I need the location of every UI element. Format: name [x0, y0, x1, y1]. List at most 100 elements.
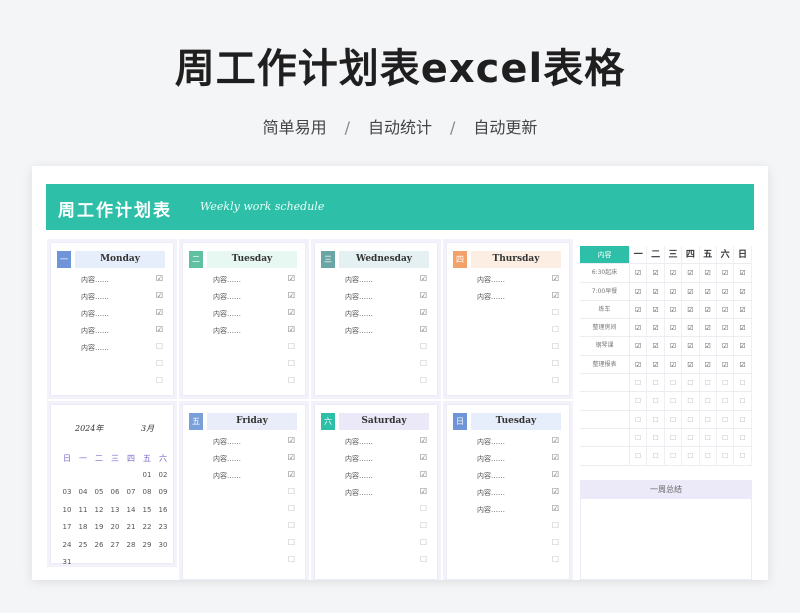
matrix-checkbox[interactable]: ☐	[700, 392, 717, 410]
matrix-checkbox[interactable]: ☐	[682, 374, 700, 392]
matrix-checkbox[interactable]: ☐	[734, 374, 752, 392]
task-checkbox[interactable]: ☑	[552, 470, 559, 479]
task-checkbox[interactable]: ☐	[552, 376, 559, 385]
matrix-checkbox[interactable]: ☑	[665, 264, 683, 282]
task-checkbox[interactable]: ☐	[420, 359, 427, 368]
matrix-checkbox[interactable]: ☑	[630, 282, 648, 300]
matrix-checkbox[interactable]: ☐	[700, 374, 717, 392]
task-checkbox[interactable]: ☑	[156, 325, 163, 334]
task-checkbox[interactable]: ☐	[288, 342, 295, 351]
task-checkbox[interactable]: ☐	[420, 342, 427, 351]
matrix-checkbox[interactable]: ☐	[717, 447, 735, 465]
matrix-checkbox[interactable]: ☑	[647, 319, 665, 337]
task-checkbox[interactable]: ☐	[288, 487, 295, 496]
task-checkbox[interactable]: ☑	[420, 453, 427, 462]
matrix-checkbox[interactable]: ☑	[647, 300, 665, 319]
matrix-checkbox[interactable]: ☐	[700, 410, 717, 428]
task-checkbox[interactable]: ☑	[288, 274, 295, 283]
matrix-checkbox[interactable]: ☐	[700, 428, 717, 447]
matrix-checkbox[interactable]: ☑	[700, 337, 717, 355]
matrix-checkbox[interactable]: ☐	[682, 392, 700, 410]
matrix-checkbox[interactable]: ☐	[647, 447, 665, 465]
matrix-checkbox[interactable]: ☐	[647, 428, 665, 447]
matrix-checkbox[interactable]: ☑	[665, 282, 683, 300]
task-checkbox[interactable]: ☑	[420, 470, 427, 479]
task-checkbox[interactable]: ☐	[552, 521, 559, 530]
matrix-checkbox[interactable]: ☑	[734, 300, 752, 319]
task-checkbox[interactable]: ☑	[288, 291, 295, 300]
task-checkbox[interactable]: ☑	[288, 325, 295, 334]
matrix-checkbox[interactable]: ☐	[630, 374, 648, 392]
matrix-checkbox[interactable]: ☐	[717, 428, 735, 447]
task-checkbox[interactable]: ☐	[552, 308, 559, 317]
task-checkbox[interactable]: ☑	[420, 487, 427, 496]
matrix-checkbox[interactable]: ☐	[665, 447, 683, 465]
task-checkbox[interactable]: ☑	[288, 453, 295, 462]
task-checkbox[interactable]: ☑	[420, 308, 427, 317]
matrix-checkbox[interactable]: ☐	[682, 428, 700, 447]
task-checkbox[interactable]: ☐	[288, 521, 295, 530]
task-checkbox[interactable]: ☐	[156, 376, 163, 385]
matrix-checkbox[interactable]: ☐	[665, 392, 683, 410]
task-checkbox[interactable]: ☑	[156, 274, 163, 283]
matrix-checkbox[interactable]: ☑	[630, 337, 648, 355]
task-checkbox[interactable]: ☑	[288, 470, 295, 479]
matrix-checkbox[interactable]: ☑	[665, 337, 683, 355]
matrix-checkbox[interactable]: ☑	[682, 355, 700, 374]
task-checkbox[interactable]: ☑	[156, 291, 163, 300]
task-checkbox[interactable]: ☐	[552, 359, 559, 368]
matrix-checkbox[interactable]: ☐	[630, 428, 648, 447]
matrix-checkbox[interactable]: ☑	[630, 319, 648, 337]
matrix-checkbox[interactable]: ☑	[647, 355, 665, 374]
matrix-checkbox[interactable]: ☑	[682, 319, 700, 337]
task-checkbox[interactable]: ☑	[552, 504, 559, 513]
matrix-checkbox[interactable]: ☑	[717, 264, 735, 282]
task-checkbox[interactable]: ☑	[288, 308, 295, 317]
task-checkbox[interactable]: ☑	[420, 274, 427, 283]
task-checkbox[interactable]: ☐	[288, 376, 295, 385]
matrix-checkbox[interactable]: ☑	[734, 282, 752, 300]
matrix-checkbox[interactable]: ☑	[647, 264, 665, 282]
matrix-checkbox[interactable]: ☑	[630, 300, 648, 319]
matrix-checkbox[interactable]: ☐	[665, 428, 683, 447]
task-checkbox[interactable]: ☐	[288, 359, 295, 368]
matrix-checkbox[interactable]: ☑	[665, 319, 683, 337]
task-checkbox[interactable]: ☐	[552, 538, 559, 547]
matrix-checkbox[interactable]: ☐	[717, 410, 735, 428]
task-checkbox[interactable]: ☐	[420, 521, 427, 530]
matrix-checkbox[interactable]: ☑	[734, 264, 752, 282]
matrix-checkbox[interactable]: ☑	[700, 300, 717, 319]
matrix-checkbox[interactable]: ☐	[734, 392, 752, 410]
matrix-checkbox[interactable]: ☐	[630, 392, 648, 410]
task-checkbox[interactable]: ☐	[156, 359, 163, 368]
task-checkbox[interactable]: ☐	[156, 342, 163, 351]
matrix-checkbox[interactable]: ☑	[665, 300, 683, 319]
task-checkbox[interactable]: ☐	[420, 504, 427, 513]
task-checkbox[interactable]: ☐	[420, 376, 427, 385]
matrix-checkbox[interactable]: ☐	[647, 392, 665, 410]
task-checkbox[interactable]: ☐	[288, 504, 295, 513]
task-checkbox[interactable]: ☑	[552, 453, 559, 462]
matrix-checkbox[interactable]: ☑	[647, 282, 665, 300]
matrix-checkbox[interactable]: ☑	[734, 355, 752, 374]
task-checkbox[interactable]: ☐	[552, 342, 559, 351]
matrix-checkbox[interactable]: ☑	[630, 264, 648, 282]
matrix-checkbox[interactable]: ☐	[700, 447, 717, 465]
task-checkbox[interactable]: ☑	[552, 436, 559, 445]
task-checkbox[interactable]: ☐	[552, 325, 559, 334]
matrix-checkbox[interactable]: ☑	[717, 282, 735, 300]
matrix-checkbox[interactable]: ☑	[700, 319, 717, 337]
task-checkbox[interactable]: ☑	[420, 436, 427, 445]
matrix-checkbox[interactable]: ☐	[717, 374, 735, 392]
matrix-checkbox[interactable]: ☐	[630, 447, 648, 465]
matrix-checkbox[interactable]: ☑	[700, 355, 717, 374]
task-checkbox[interactable]: ☑	[552, 487, 559, 496]
matrix-checkbox[interactable]: ☑	[700, 282, 717, 300]
matrix-checkbox[interactable]: ☑	[665, 355, 683, 374]
matrix-checkbox[interactable]: ☐	[682, 447, 700, 465]
matrix-checkbox[interactable]: ☑	[717, 319, 735, 337]
task-checkbox[interactable]: ☑	[552, 291, 559, 300]
task-checkbox[interactable]: ☐	[288, 555, 295, 564]
matrix-checkbox[interactable]: ☑	[717, 355, 735, 374]
task-checkbox[interactable]: ☑	[420, 325, 427, 334]
